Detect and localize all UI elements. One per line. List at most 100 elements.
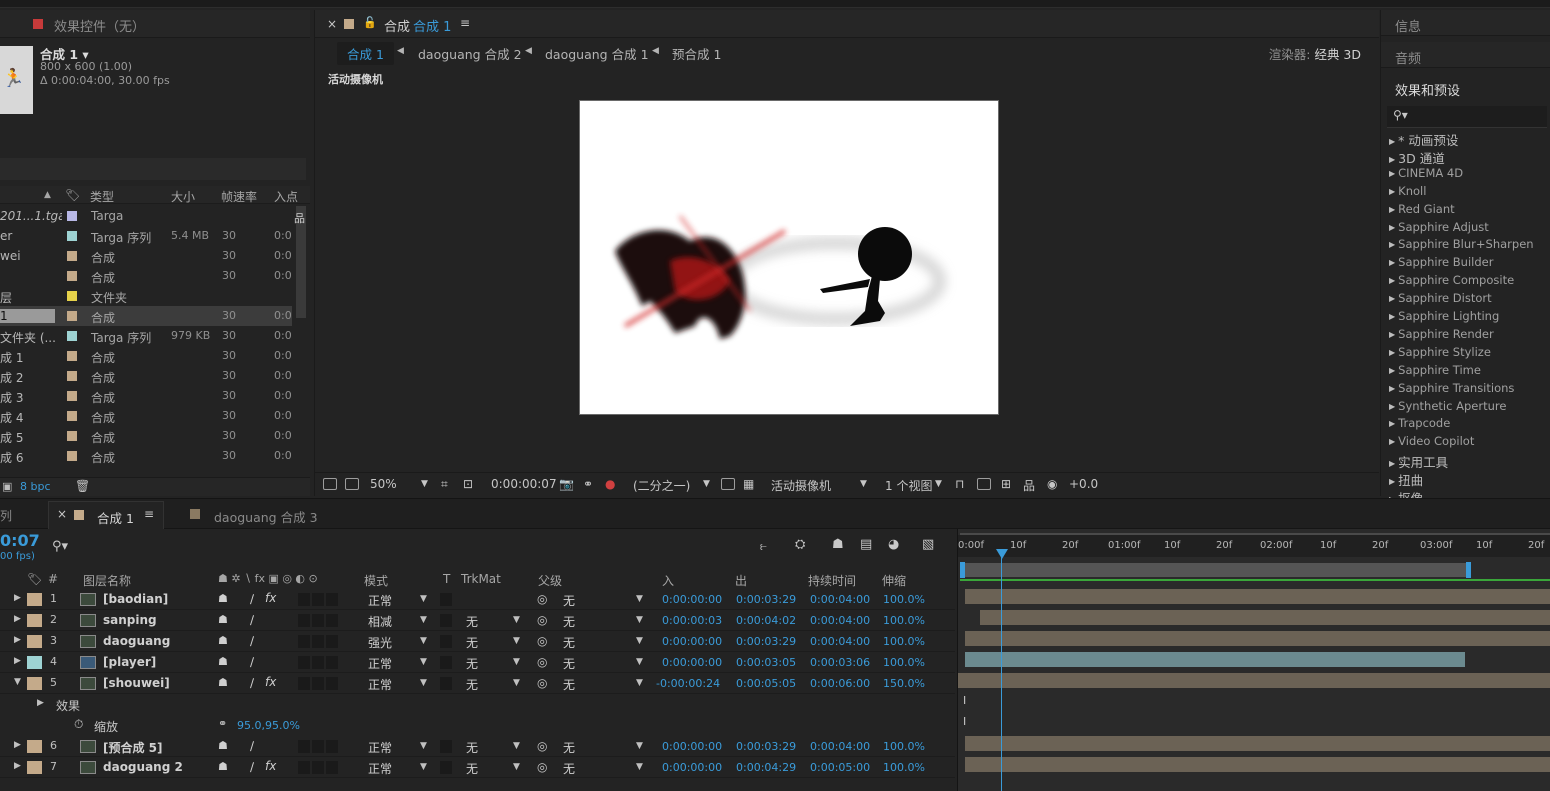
layer-duration-bar[interactable] bbox=[965, 652, 1465, 667]
zoom-dropdown-icon[interactable]: ▼ bbox=[421, 479, 428, 489]
layer-name[interactable]: [shouwei] bbox=[103, 676, 170, 690]
mode-dropdown-icon[interactable]: ▼ bbox=[420, 762, 427, 772]
layer-out[interactable]: 0:00:04:02 bbox=[736, 614, 796, 627]
col-parent[interactable]: 父级 bbox=[538, 572, 562, 589]
project-search-input[interactable] bbox=[0, 158, 306, 180]
breadcrumb-daoguang-2[interactable]: daoguang 合成 2 bbox=[418, 44, 522, 63]
parent-pickwhip-icon[interactable]: ◎ bbox=[537, 655, 547, 669]
render-queue-tab[interactable]: 列 bbox=[0, 507, 12, 524]
constrain-proportions-icon[interactable]: ⚭ bbox=[218, 717, 227, 730]
trkmat-dropdown-icon[interactable]: ▼ bbox=[513, 762, 520, 772]
effects-presets-title[interactable]: 效果和预设 bbox=[1395, 80, 1460, 99]
motion-blur-icon[interactable]: ◕ bbox=[888, 537, 899, 552]
panel-menu-icon[interactable]: ≡ bbox=[144, 507, 154, 521]
project-item[interactable]: 成 5 合成 30 0:0 bbox=[0, 426, 292, 446]
layer-stretch[interactable]: 100.0% bbox=[883, 656, 925, 669]
shy-icon[interactable]: ☗ bbox=[218, 739, 228, 752]
renderer-setting[interactable]: 渲染器: 经典 3D bbox=[1269, 44, 1361, 63]
preserve-transparency-box[interactable] bbox=[440, 635, 452, 648]
draft-3d-icon[interactable]: ⛭ bbox=[795, 537, 805, 552]
layer-row[interactable]: ▶ 2 sanping ☗ ∕ 相减 ▼ 无 ▼ ◎ 无 ▼ 0:00:00:03 0:00:04:02 0… bbox=[0, 610, 955, 631]
col-trkmat[interactable]: TrkMat bbox=[461, 572, 501, 586]
close-icon[interactable]: × bbox=[57, 507, 67, 521]
camera-dropdown-icon[interactable]: ▼ bbox=[860, 479, 867, 489]
col-out[interactable]: 出 bbox=[735, 572, 747, 589]
preserve-transparency-box[interactable] bbox=[440, 656, 452, 669]
fx-icon[interactable]: fx bbox=[265, 591, 276, 605]
col-type[interactable]: 类型 bbox=[90, 188, 114, 205]
exposure-value[interactable]: +0.0 bbox=[1069, 477, 1098, 491]
effect-category[interactable]: 实用工具 bbox=[1389, 452, 1448, 471]
effect-category[interactable]: Sapphire Distort bbox=[1389, 291, 1491, 305]
layer-label-color[interactable] bbox=[27, 656, 42, 669]
layer-duration-bar[interactable] bbox=[958, 673, 1550, 688]
layer-in[interactable]: 0:00:00:03 bbox=[662, 614, 722, 627]
mode-dropdown-icon[interactable]: ▼ bbox=[420, 594, 427, 604]
parent-pickwhip-icon[interactable]: ◎ bbox=[537, 676, 547, 690]
preserve-transparency-box[interactable] bbox=[440, 614, 452, 627]
resolution-select[interactable]: (二分之一) bbox=[633, 477, 690, 494]
layer-label-color[interactable] bbox=[27, 740, 42, 753]
comp-mini-flowchart-icon[interactable]: ⥼ bbox=[760, 539, 767, 554]
layer-switch-boxes[interactable] bbox=[298, 677, 342, 690]
label-swatch[interactable] bbox=[67, 391, 77, 401]
timeline-search-icon[interactable]: ⚲▾ bbox=[52, 539, 68, 554]
scale-property-row[interactable]: ⏱ 缩放 ⚭ 95.0,95.0% bbox=[0, 715, 955, 736]
quality-icon[interactable]: ∕ bbox=[250, 739, 254, 753]
parent-pickwhip-icon[interactable]: ◎ bbox=[537, 739, 547, 753]
quality-icon[interactable]: ∕ bbox=[250, 655, 254, 669]
keyframe-marker[interactable]: I bbox=[963, 694, 966, 707]
region-icon[interactable]: ⊡ bbox=[463, 477, 473, 491]
parent-pickwhip-icon[interactable]: ◎ bbox=[537, 760, 547, 774]
project-item[interactable]: 合成 30 0:0 bbox=[0, 266, 292, 286]
effects-group-row[interactable]: ▶ 效果 bbox=[0, 694, 955, 715]
layer-label-color[interactable] bbox=[27, 677, 42, 690]
layer-in[interactable]: 0:00:00:00 bbox=[662, 761, 722, 774]
layer-trkmat[interactable]: 无 bbox=[466, 676, 478, 693]
effect-category[interactable]: Sapphire Stylize bbox=[1389, 345, 1491, 359]
parent-dropdown-icon[interactable]: ▼ bbox=[636, 636, 643, 646]
layer-duration-bar[interactable] bbox=[980, 610, 1550, 625]
layer-parent[interactable]: 无 bbox=[563, 655, 575, 672]
trkmat-dropdown-icon[interactable]: ▼ bbox=[513, 615, 520, 625]
trkmat-dropdown-icon[interactable]: ▼ bbox=[513, 657, 520, 667]
effect-category[interactable]: Synthetic Aperture bbox=[1389, 399, 1506, 413]
mode-dropdown-icon[interactable]: ▼ bbox=[420, 678, 427, 688]
close-icon[interactable]: × bbox=[327, 17, 337, 31]
timeline-icon[interactable]: ⊞ bbox=[1001, 477, 1011, 491]
shy-icon[interactable]: ☗ bbox=[218, 613, 228, 626]
layer-parent[interactable]: 无 bbox=[563, 613, 575, 630]
layer-stretch[interactable]: 100.0% bbox=[883, 635, 925, 648]
exposure-reset-icon[interactable]: ◉ bbox=[1047, 477, 1057, 491]
label-swatch[interactable] bbox=[67, 291, 77, 301]
quality-icon[interactable]: ∕ bbox=[250, 760, 254, 774]
layer-switch-boxes[interactable] bbox=[298, 740, 342, 753]
parent-dropdown-icon[interactable]: ▼ bbox=[636, 594, 643, 604]
layer-in[interactable]: 0:00:00:00 bbox=[662, 635, 722, 648]
mode-dropdown-icon[interactable]: ▼ bbox=[420, 741, 427, 751]
project-item[interactable]: 层 文件夹 bbox=[0, 286, 292, 306]
layer-label-color[interactable] bbox=[27, 761, 42, 774]
effect-category[interactable]: Sapphire Builder bbox=[1389, 255, 1493, 269]
fast-preview-icon[interactable] bbox=[977, 478, 991, 490]
effect-category[interactable]: Trapcode bbox=[1389, 416, 1450, 430]
mode-dropdown-icon[interactable]: ▼ bbox=[420, 615, 427, 625]
effect-category[interactable]: 3D 通道 bbox=[1389, 148, 1445, 167]
mode-dropdown-icon[interactable]: ▼ bbox=[420, 636, 427, 646]
scale-value[interactable]: 95.0,95.0% bbox=[237, 719, 300, 732]
project-item[interactable]: er Targa 序列 5.4 MB 30 0:0 bbox=[0, 226, 292, 246]
layer-name[interactable]: daoguang 2 bbox=[103, 760, 183, 774]
layer-duration[interactable]: 0:00:04:00 bbox=[810, 635, 870, 648]
zoom-select[interactable]: 50% bbox=[370, 477, 397, 491]
col-mode[interactable]: 模式 bbox=[364, 572, 388, 589]
layer-trkmat[interactable]: 无 bbox=[466, 739, 478, 756]
preserve-transparency-box[interactable] bbox=[440, 677, 452, 690]
parent-dropdown-icon[interactable]: ▼ bbox=[636, 741, 643, 751]
layer-duration[interactable]: 0:00:06:00 bbox=[810, 677, 870, 690]
timeline-tab-daoguang3[interactable]: daoguang 合成 3 bbox=[214, 507, 318, 526]
label-swatch[interactable] bbox=[67, 311, 77, 321]
layer-name[interactable]: [player] bbox=[103, 655, 156, 669]
layer-row[interactable]: ▶ 3 daoguang ☗ ∕ 强光 ▼ 无 ▼ ◎ 无 ▼ 0:00:00:00 0:00:03:29… bbox=[0, 631, 955, 652]
project-item[interactable]: 成 2 合成 30 0:0 bbox=[0, 366, 292, 386]
shy-icon[interactable]: ☗ bbox=[218, 760, 228, 773]
